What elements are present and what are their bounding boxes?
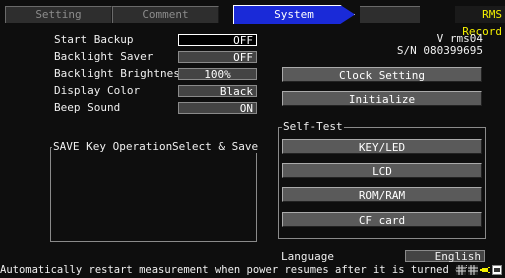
save-key-group: [50, 147, 257, 242]
display-color-value[interactable]: Black: [178, 85, 257, 98]
tab-system[interactable]: System: [233, 5, 355, 24]
save-key-value[interactable]: Select & Save: [172, 140, 259, 153]
device-info: V rms04 S/N 080399695: [397, 33, 483, 57]
cf-card-test-button[interactable]: CF card: [282, 212, 482, 227]
mode-label: RMS Record: [455, 6, 505, 38]
backlight-saver-value[interactable]: OFF: [178, 51, 257, 64]
self-test-title: Self-Test: [282, 120, 344, 133]
backlight-saver-label: Backlight Saver: [54, 50, 154, 63]
grid-icon: [468, 265, 478, 275]
start-backup-label: Start Backup: [54, 33, 134, 46]
save-key-label: SAVE Key Operation: [52, 140, 174, 153]
initialize-button[interactable]: Initialize: [282, 91, 482, 106]
tab-setting[interactable]: Setting: [5, 6, 112, 23]
backlight-brightness-value[interactable]: 100%: [178, 68, 257, 81]
rom-ram-test-button[interactable]: ROM/RAM: [282, 187, 482, 202]
language-label: Language: [281, 250, 334, 263]
backlight-brightness-label: Backlight Brightness: [54, 67, 187, 80]
tab-comment[interactable]: Comment: [112, 6, 219, 23]
language-value[interactable]: English: [405, 250, 485, 263]
lcd-test-button[interactable]: LCD: [282, 163, 482, 178]
key-led-test-button[interactable]: KEY/LED: [282, 139, 482, 154]
beep-sound-value[interactable]: ON: [178, 102, 257, 115]
clock-setting-button[interactable]: Clock Setting: [282, 67, 482, 82]
tab-bar: Setting Comment System RMS Record: [0, 0, 505, 38]
status-icons: [456, 265, 502, 275]
start-backup-value[interactable]: OFF: [178, 34, 257, 47]
tab-spacer: [360, 6, 420, 23]
cf-card-icon: [492, 265, 502, 275]
display-color-label: Display Color: [54, 84, 141, 97]
beep-sound-label: Beep Sound: [54, 101, 121, 114]
grid-icon: [456, 265, 466, 275]
serial-number: S/N 080399695: [396, 44, 483, 57]
status-message: Automatically restart measurement when p…: [0, 264, 481, 276]
system-screen: Setting Comment System RMS Record Start …: [0, 0, 505, 278]
power-plug-icon: [480, 265, 490, 275]
